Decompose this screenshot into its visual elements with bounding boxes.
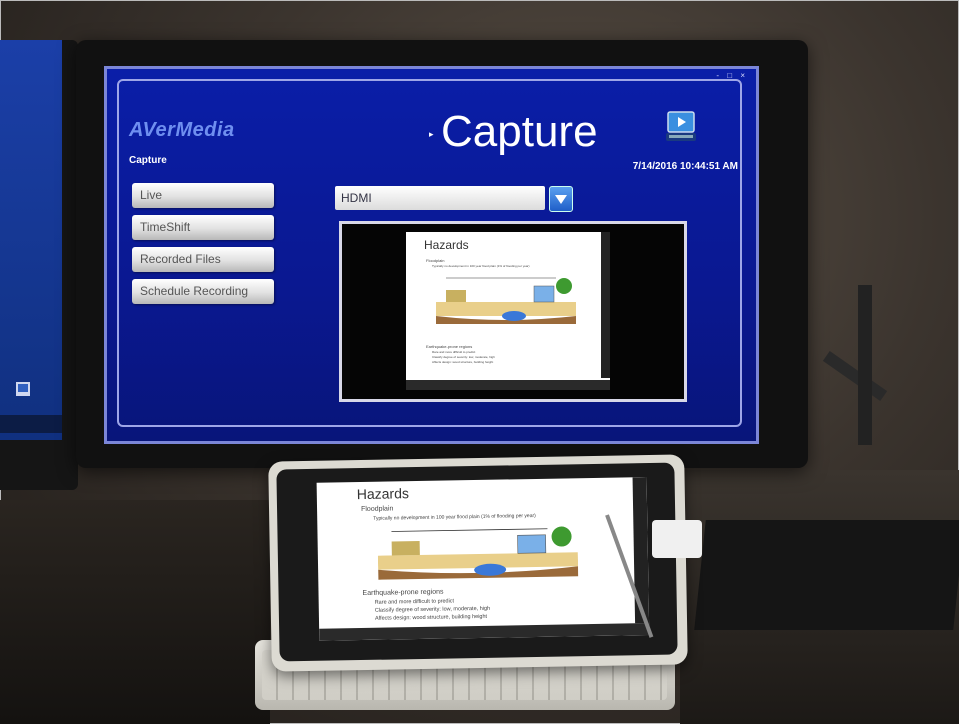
preview-bullet: Floodplain (426, 258, 445, 263)
tablet-bullet: Floodplain (361, 505, 394, 514)
brand-logo: AVerMedia (129, 119, 235, 141)
window-controls[interactable]: - □ × (716, 71, 748, 80)
nav-timeshift-button[interactable]: TimeShift (132, 215, 274, 240)
side-taskbar (0, 415, 62, 433)
nav-schedule-recording-button[interactable]: Schedule Recording (132, 279, 274, 304)
desktop-shortcut-icon (16, 382, 30, 396)
preview-slide-title: Hazards (424, 238, 469, 252)
tablet-slide-title: Hazards (356, 485, 410, 503)
tablet-bottom-bar[interactable] (319, 623, 650, 641)
desktop-keyboard (694, 520, 959, 630)
preview-bottom-bar (406, 380, 610, 390)
tablet-bezel: Hazards Floodplain Typically no developm… (276, 462, 678, 662)
tablet-bullet: Rare and more difficult to predict (374, 598, 455, 606)
datetime-display: 7/14/2016 10:44:51 AM (632, 161, 738, 172)
nav-live-button[interactable]: Live (132, 183, 274, 208)
page-title: Capture (441, 107, 598, 156)
tablet-bullet: Classify degree of severity: low, modera… (374, 605, 491, 614)
microphone-arm (822, 351, 888, 401)
nav-recorded-files-button[interactable]: Recorded Files (132, 247, 274, 272)
capture-app-window: - □ × AVerMedia Capture ▸ Capture 7/14/2… (104, 66, 759, 444)
tablet-bullet: Earthquake-prone regions (362, 588, 444, 598)
floodplain-diagram (436, 277, 576, 324)
tablet-bullet: Affects design: wood structure, building… (374, 613, 488, 622)
tablet-bullet: Typically no development in 100 year flo… (373, 512, 536, 522)
video-preview: Hazards Floodplain Typically no developm… (339, 221, 687, 402)
desk-surface-left (0, 500, 270, 724)
title-arrow-icon: ▸ (429, 129, 434, 139)
microphone-stand (858, 285, 872, 445)
preview-bullet: Rare and more difficult to predict (432, 350, 476, 354)
preview-bullet: Earthquake-prone regions (426, 344, 473, 349)
tablet-slide: Hazards Floodplain Typically no developm… (316, 477, 650, 641)
section-label: Capture (129, 155, 167, 166)
floodplain-diagram (377, 526, 579, 580)
preview-slide: Hazards Floodplain Typically no developm… (406, 232, 610, 390)
preview-bullet: Classify degree of severity: low, modera… (432, 355, 495, 359)
preview-bullet: Affects design: wood structure, building… (432, 360, 494, 364)
chevron-down-icon[interactable] (549, 186, 573, 212)
hdmi-adapter (652, 520, 702, 558)
preview-bullet: Typically no development in 100 year flo… (432, 264, 530, 268)
source-select[interactable]: HDMI (335, 186, 545, 210)
preview-annotation-toolbar (601, 232, 610, 378)
capture-app-icon[interactable] (664, 109, 700, 143)
